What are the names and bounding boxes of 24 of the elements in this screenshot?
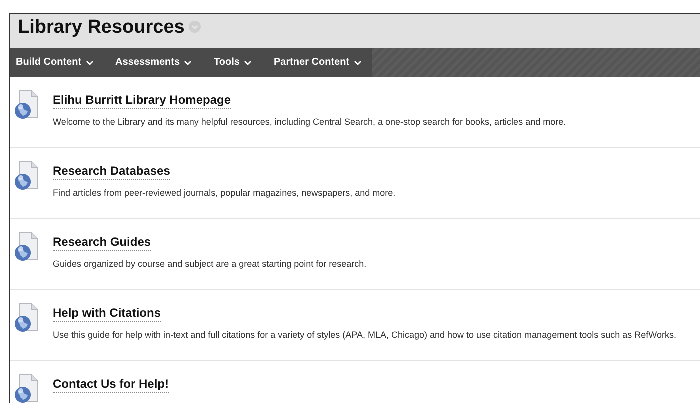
caret-icon: [244, 60, 252, 66]
globe-document-icon: [13, 90, 41, 120]
item-description: Guides organized by course and subject are a great starting point for research.: [53, 258, 367, 271]
item-link[interactable]: Help with Citations: [53, 306, 161, 322]
caret-icon: [86, 60, 94, 66]
item-link[interactable]: Contact Us for Help!: [53, 377, 170, 393]
globe-document-icon: [13, 161, 41, 191]
item-description: Welcome to the Library and its many helpful resources, including Central Search, a one-stop search for books, articles and more.: [53, 116, 566, 129]
item-link[interactable]: Elihu Burritt Library Homepage: [53, 93, 232, 109]
globe-document-icon: [13, 374, 41, 403]
item-link[interactable]: Research Databases: [53, 164, 170, 180]
menu-button[interactable]: Tools: [214, 55, 252, 70]
caret-icon: [354, 60, 362, 66]
page-title: Library Resources: [18, 17, 185, 39]
globe-document-icon: [13, 232, 41, 262]
item-link[interactable]: Research Guides: [53, 235, 152, 251]
item-description: Use this guide for help with in-text and full citations for a variety of styles (APA, MLA, Chicago) and how to use citation management tools such as RefWorks.: [53, 329, 676, 342]
chevron-icon[interactable]: [188, 21, 201, 33]
menu-button[interactable]: Build Content: [16, 55, 94, 70]
item-description: Find articles from peer-reviewed journals, popular magazines, newspapers, and more.: [53, 187, 396, 200]
menu-button[interactable]: Partner Content: [274, 55, 362, 70]
menu-button[interactable]: Assessments: [116, 55, 192, 70]
globe-document-icon: [13, 303, 41, 333]
caret-icon: [184, 60, 192, 66]
